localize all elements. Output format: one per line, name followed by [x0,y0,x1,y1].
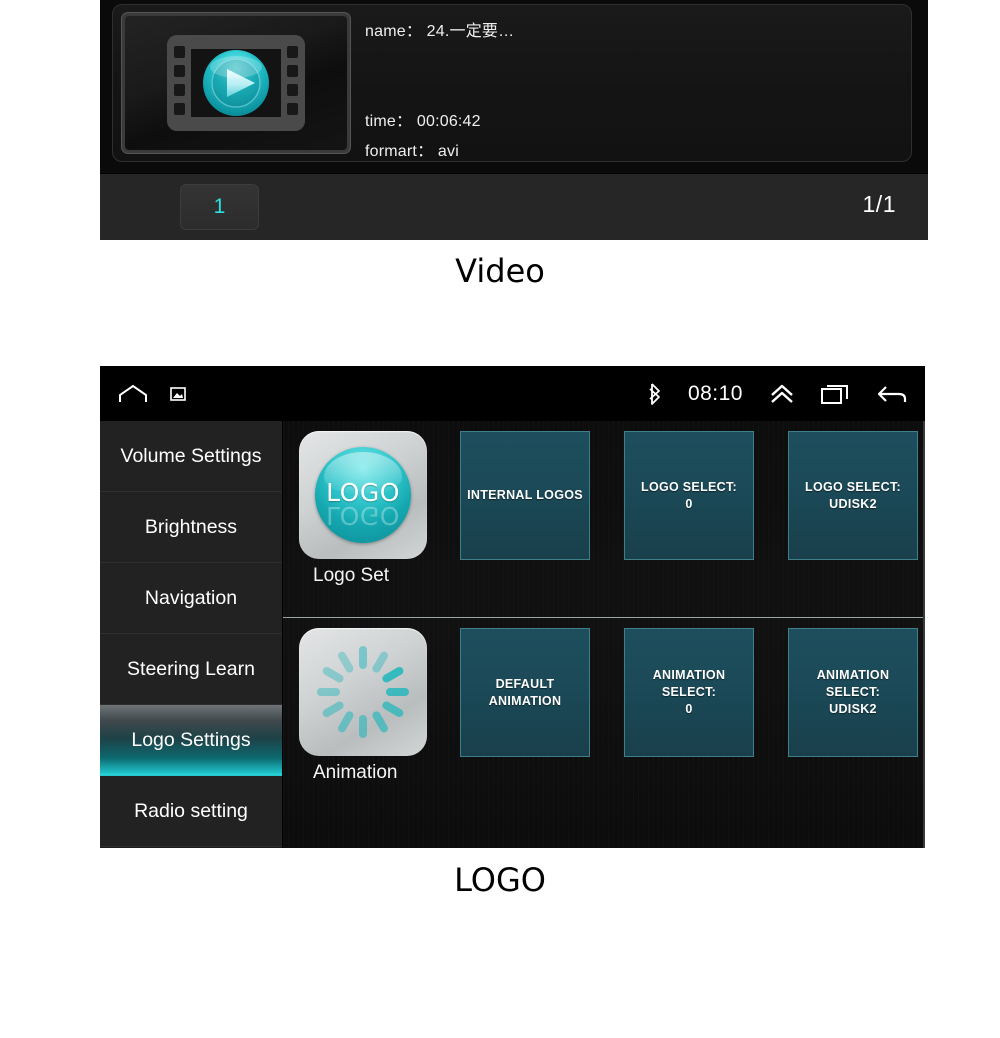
animation-select-index-tile[interactable]: ANIMATION SELECT: 0 [624,628,754,757]
sidebar-item-navigation[interactable]: Navigation [100,563,282,634]
sidebar-item-label: Logo Settings [131,728,251,751]
video-thumbnail[interactable] [121,12,351,154]
caption-video: Video [455,252,545,290]
animation-row: Animation DEFAULT ANIMATION ANIMATION SE… [283,618,925,814]
tile-label: INTERNAL LOGOS [467,488,583,503]
logo-sphere-reflection: LOGO [326,500,400,530]
android-status-bar: 08:10 [100,366,925,421]
settings-sidebar: Volume Settings Brightness Navigation St… [100,421,282,848]
sidebar-item-label: Radio setting [134,799,248,822]
logo-settings-screen: 08:10 Volume Settings Brightness Navigat… [100,366,925,848]
video-name: name： 24.一定要… [365,23,515,40]
logo-select-udisk2-tile[interactable]: LOGO SELECT: UDISK2 [788,431,918,560]
video-duration: time： 00:06:42 [365,113,481,130]
home-icon[interactable] [118,384,148,404]
default-animation-tile[interactable]: DEFAULT ANIMATION [460,628,590,757]
logo-set-row: LOGO LOGO Logo Set INTERNAL LOGOS LOGO S… [283,421,925,617]
internal-logos-tile[interactable]: INTERNAL LOGOS [460,431,590,560]
caption-logo: LOGO [454,861,546,899]
bluetooth-icon[interactable] [648,382,662,406]
sidebar-item-volume-settings[interactable]: Volume Settings [100,421,282,492]
screenshot-icon[interactable] [170,386,186,402]
sidebar-item-radio-setting[interactable]: Radio setting [100,776,282,847]
animation-group: Animation [299,628,427,784]
logo-settings-content: LOGO LOGO Logo Set INTERNAL LOGOS LOGO S… [283,421,925,848]
tile-label: LOGO SELECT: 0 [641,479,737,511]
video-format: formart： avi [365,143,459,160]
logo-set-group: LOGO LOGO Logo Set [299,431,427,587]
loading-spinner-icon [317,646,409,738]
video-pagination-bar: 1 1/1 [100,173,928,240]
logo-sphere-icon: LOGO LOGO [315,447,411,543]
tile-label: ANIMATION SELECT: UDISK2 [816,668,890,716]
status-clock: 08:10 [687,381,743,405]
video-browser-panel: name： 24.一定要… time： 00:06:42 formart： av… [100,0,928,240]
page-count-label: 1/1 [862,191,896,217]
sidebar-item-label: Brightness [144,515,238,538]
animation-label: Animation [313,762,398,783]
tile-label: LOGO SELECT: UDISK2 [805,479,901,511]
sidebar-item-steering-learn[interactable]: Steering Learn [100,634,282,705]
chevron-double-up-icon[interactable] [769,383,795,405]
logo-set-label: Logo Set [313,565,390,586]
sidebar-item-brightness[interactable]: Brightness [100,492,282,563]
sidebar-item-label: Steering Learn [127,657,255,680]
logo-select-index-tile[interactable]: LOGO SELECT: 0 [624,431,754,560]
sidebar-item-label: Navigation [144,586,238,609]
page-number-button[interactable]: 1 [180,184,259,230]
logo-set-button[interactable]: LOGO LOGO [299,431,427,559]
video-list-item[interactable]: name： 24.一定要… time： 00:06:42 formart： av… [112,4,912,162]
content-scrollbar[interactable] [923,421,925,848]
video-metadata: name： 24.一定要… time： 00:06:42 formart： av… [365,5,885,163]
animation-select-udisk2-tile[interactable]: ANIMATION SELECT: UDISK2 [788,628,918,757]
tile-label: DEFAULT ANIMATION [488,676,562,708]
film-strip-play-icon [161,31,311,135]
tile-label: ANIMATION SELECT: 0 [652,668,726,716]
animation-button[interactable] [299,628,427,756]
sidebar-item-logo-settings[interactable]: Logo Settings [100,705,282,776]
back-arrow-icon[interactable] [877,383,907,405]
video-list: name： 24.一定要… time： 00:06:42 formart： av… [100,0,928,172]
sidebar-item-label: Volume Settings [120,444,262,467]
recent-apps-icon[interactable] [821,383,851,405]
